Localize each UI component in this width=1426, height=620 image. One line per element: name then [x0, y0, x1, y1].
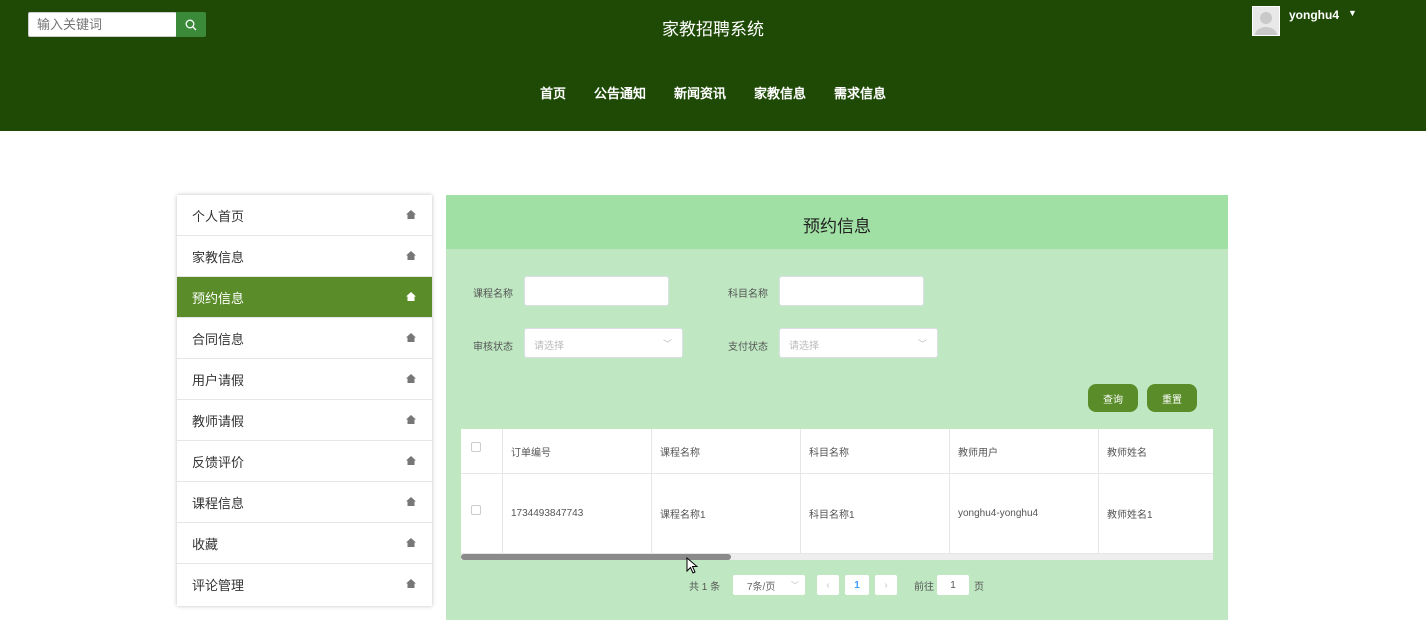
sidebar-item-label: 课程信息: [192, 495, 245, 511]
page-size-value: 7条/页: [747, 581, 776, 593]
mouse-cursor-icon: [686, 557, 698, 574]
sidebar-item-contract[interactable]: 合同信息: [177, 318, 432, 359]
table-cell: 教师姓名1: [1107, 510, 1153, 521]
sidebar-item-feedback[interactable]: 反馈评价: [177, 441, 432, 482]
sidebar-item-appointment[interactable]: 预约信息: [177, 277, 432, 318]
home-icon: [406, 292, 416, 301]
audit-status-select[interactable]: 请选择 ﹀: [524, 328, 683, 358]
home-icon: [406, 579, 416, 588]
column-header: 科目名称: [801, 429, 950, 473]
audit-status-placeholder: 请选择: [534, 341, 564, 352]
chevron-left-icon: ‹: [826, 579, 830, 591]
table-row[interactable]: 1734493847743 课程名称1 科目名称1 yonghu4-yonghu…: [461, 474, 1213, 554]
column-header: 订单编号: [503, 429, 652, 473]
username[interactable]: yonghu4: [1289, 8, 1339, 22]
page-number-current[interactable]: 1: [845, 575, 869, 595]
avatar[interactable]: [1252, 6, 1280, 36]
sidebar-item-user-leave[interactable]: 用户请假: [177, 359, 432, 400]
nav-home[interactable]: 首页: [526, 83, 580, 102]
page-title: 预约信息: [446, 195, 1228, 249]
course-name-label: 课程名称: [473, 289, 513, 300]
top-header: 家教招聘系统 yonghu4 ▼ 首页 公告通知 新闻资讯 家教信息 需求信息: [0, 0, 1426, 131]
nav-notice[interactable]: 公告通知: [580, 83, 660, 102]
course-name-input[interactable]: [524, 276, 669, 306]
sidebar-item-label: 评论管理: [192, 578, 245, 593]
query-button[interactable]: 查询: [1088, 384, 1138, 412]
page-suffix: 页: [974, 581, 984, 593]
sidebar-item-label: 用户请假: [192, 372, 245, 388]
page-size-select[interactable]: 7条/页 ﹀: [733, 575, 805, 595]
home-icon: [406, 210, 416, 219]
next-page-button[interactable]: ›: [875, 575, 897, 595]
nav-demand-info[interactable]: 需求信息: [820, 83, 900, 102]
main-nav: 首页 公告通知 新闻资讯 家教信息 需求信息: [0, 83, 1426, 102]
pay-status-label: 支付状态: [728, 342, 768, 353]
sidebar-item-home[interactable]: 个人首页: [177, 195, 432, 236]
sidebar-item-label: 个人首页: [192, 208, 245, 224]
chevron-down-icon: ﹀: [917, 339, 927, 349]
select-all-checkbox[interactable]: [471, 442, 481, 452]
sidebar-item-label: 预约信息: [192, 290, 245, 306]
audit-status-label: 审核状态: [473, 342, 513, 353]
row-checkbox[interactable]: [471, 505, 481, 515]
subject-name-input[interactable]: [779, 276, 924, 306]
main-panel: 预约信息 课程名称 科目名称 审核状态 请选择 ﹀ 支付状态 请选择 ﹀ 查询 重置…: [446, 195, 1228, 620]
select-all-cell: [461, 429, 503, 473]
nav-tutor-info[interactable]: 家教信息: [740, 83, 820, 102]
chevron-down-icon: ﹀: [791, 580, 799, 590]
chevron-right-icon: ›: [884, 579, 888, 591]
sidebar-item-tutor-info[interactable]: 家教信息: [177, 236, 432, 277]
goto-page-input[interactable]: 1: [937, 575, 969, 595]
table-cell: 1734493847743: [503, 474, 652, 553]
sidebar-item-comments[interactable]: 评论管理: [177, 564, 432, 605]
sidebar-item-label: 家教信息: [192, 249, 245, 265]
pay-status-select[interactable]: 请选择 ﹀: [779, 328, 938, 358]
row-select-cell: [461, 474, 503, 553]
chevron-down-icon: ﹀: [662, 339, 672, 349]
sidebar-item-teacher-leave[interactable]: 教师请假: [177, 400, 432, 441]
goto-label: 前往: [914, 581, 934, 593]
table-cell: 科目名称1: [801, 474, 950, 553]
horizontal-scrollbar[interactable]: [461, 554, 1213, 560]
home-icon: [406, 333, 416, 342]
home-icon: [406, 538, 416, 547]
home-icon: [406, 251, 416, 260]
user-icon: [1255, 12, 1277, 35]
home-icon: [406, 456, 416, 465]
sidebar-item-favorites[interactable]: 收藏: [177, 523, 432, 564]
sidebar-item-label: 反馈评价: [192, 454, 245, 470]
table-header-row: 订单编号 课程名称 科目名称 教师用户 教师姓名: [461, 429, 1213, 474]
sidebar-item-label: 教师请假: [192, 413, 245, 429]
prev-page-button[interactable]: ‹: [817, 575, 839, 595]
table-cell: 课程名称1: [652, 474, 801, 553]
column-header: 教师姓名: [1107, 447, 1147, 459]
sidebar: 个人首页 家教信息 预约信息 合同信息 用户请假 教师请假 反馈评价 课程信息 …: [177, 195, 432, 606]
sidebar-item-label: 合同信息: [192, 331, 245, 347]
home-icon: [406, 497, 416, 506]
site-title: 家教招聘系统: [662, 20, 764, 39]
home-icon: [406, 374, 416, 383]
nav-news[interactable]: 新闻资讯: [660, 83, 740, 102]
appointment-table: 订单编号 课程名称 科目名称 教师用户 教师姓名 1734493847743 课…: [461, 429, 1213, 554]
column-header: 课程名称: [652, 429, 801, 473]
sidebar-item-course[interactable]: 课程信息: [177, 482, 432, 523]
subject-name-label: 科目名称: [728, 289, 768, 300]
table-cell: yonghu4-yonghu4: [950, 474, 1099, 553]
pagination-total: 共 1 条: [689, 581, 721, 593]
chevron-down-icon[interactable]: ▼: [1348, 8, 1357, 18]
reset-button[interactable]: 重置: [1147, 384, 1197, 412]
column-header: 教师用户: [950, 429, 1099, 473]
sidebar-item-label: 收藏: [192, 536, 219, 552]
home-icon: [406, 415, 416, 424]
pay-status-placeholder: 请选择: [789, 341, 819, 352]
